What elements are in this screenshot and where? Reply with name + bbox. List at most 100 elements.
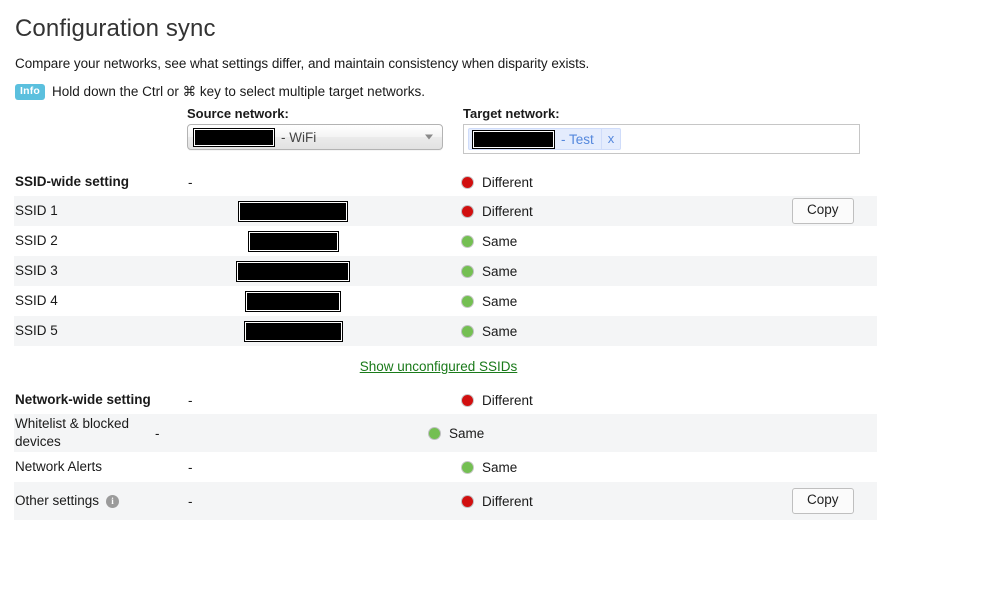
target-network-token[interactable]: - Test x [468, 128, 622, 150]
table-row: Other settings i - Different Copy [14, 482, 877, 520]
status-dot-different [462, 495, 473, 507]
table-row: Whitelist & blocked devices - Same [14, 414, 877, 452]
source-value [188, 200, 462, 222]
setting-name-label: Network-wide setting [15, 391, 151, 407]
copy-button[interactable]: Copy [792, 198, 854, 224]
status-dot-same [462, 461, 473, 473]
redacted-ssid-name [238, 200, 348, 222]
redacted-source-network-name [193, 127, 275, 147]
table-section-header: Network-wide setting - Different [14, 386, 877, 414]
page-title: Configuration sync [15, 15, 216, 42]
status-dot-same [462, 325, 473, 337]
status-label: Different [482, 392, 533, 408]
status-cell: Same [462, 324, 792, 339]
source-value: - [155, 426, 429, 441]
setting-name: SSID 3 [14, 262, 188, 280]
source-value: - [188, 460, 462, 475]
setting-name-label: Network Alerts [15, 458, 103, 474]
status-dot-different [462, 394, 473, 406]
redacted-ssid-name [236, 260, 350, 282]
remove-target-network-icon[interactable]: x [600, 129, 621, 149]
setting-name: Whitelist & blocked devices [14, 415, 155, 451]
table-row: Network Alerts - Same [14, 452, 877, 482]
source-value-text: - [155, 425, 160, 441]
setting-name-label: Other settings [15, 492, 100, 508]
info-badge: Info [15, 84, 46, 100]
status-cell: Same [429, 426, 759, 441]
status-dot-same [462, 265, 473, 277]
source-network-label: Source network: [187, 106, 289, 121]
source-value-text: - [188, 392, 193, 408]
section-title: SSID-wide setting [14, 173, 188, 191]
setting-name-label: SSID-wide setting [15, 173, 130, 189]
status-dot-different [462, 176, 473, 188]
source-network-suffix: - WiFi [281, 129, 317, 145]
setting-name: SSID 4 [14, 292, 188, 310]
source-value [188, 320, 462, 342]
status-label: Same [449, 425, 485, 441]
redacted-ssid-name [245, 290, 341, 312]
status-label: Same [482, 233, 518, 249]
source-value: - [188, 393, 462, 408]
status-cell: Same [462, 264, 792, 279]
status-cell: Same [462, 460, 792, 475]
chevron-down-icon [425, 134, 433, 140]
setting-name-label: SSID 4 [15, 292, 58, 308]
status-cell: Different [462, 175, 792, 190]
status-label: Same [482, 459, 518, 475]
status-cell: Same [462, 294, 792, 309]
status-dot-same [462, 295, 473, 307]
configuration-sync-table: SSID-wide setting - Different SSID 1 Differe… [0, 168, 999, 520]
status-cell: Different [462, 494, 792, 509]
source-value [188, 260, 462, 282]
status-label: Different [482, 174, 533, 190]
setting-name-label: SSID 3 [15, 262, 58, 278]
setting-name: Other settings i [14, 492, 188, 510]
setting-name-label: SSID 5 [15, 322, 58, 338]
source-network-block: Source network: - WiFi [187, 106, 443, 150]
setting-name-label: Whitelist & blocked devices [15, 415, 130, 449]
show-unconfigured-row: Show unconfigured SSIDs [0, 346, 877, 386]
source-value: - [188, 175, 462, 190]
show-unconfigured-ssids-link[interactable]: Show unconfigured SSIDs [360, 359, 518, 374]
status-label: Different [482, 493, 533, 509]
setting-name-label: SSID 2 [15, 232, 58, 248]
status-dot-same [429, 427, 440, 439]
status-dot-same [462, 235, 473, 247]
status-label: Same [482, 263, 518, 279]
table-section-header: SSID-wide setting - Different [14, 168, 877, 196]
setting-name: SSID 1 [14, 202, 188, 220]
table-row: SSID 1 Different Copy [14, 196, 877, 226]
redacted-target-network-name [472, 129, 555, 149]
info-notice-text: Hold down the Ctrl or ⌘ key to select mu… [52, 84, 425, 99]
redacted-ssid-name [243, 320, 343, 342]
redacted-ssid-name [247, 230, 339, 252]
network-selectors: Source network: - WiFi Target network: -… [0, 106, 999, 162]
target-network-block: Target network: - Test x [463, 106, 860, 154]
target-network-suffix: - Test [561, 131, 594, 147]
source-value-text: - [188, 493, 193, 509]
copy-button[interactable]: Copy [792, 488, 854, 514]
status-dot-different [462, 205, 473, 217]
source-value: - [188, 494, 462, 509]
status-label: Different [482, 203, 533, 219]
status-cell: Different [462, 204, 792, 219]
page-subtitle: Compare your networks, see what settings… [15, 56, 590, 71]
table-row: SSID 5 Same [14, 316, 877, 346]
setting-name: SSID 5 [14, 322, 188, 340]
source-value [188, 290, 462, 312]
target-network-input[interactable]: - Test x [463, 124, 860, 154]
table-row: SSID 4 Same [14, 286, 877, 316]
action-cell: Copy [792, 488, 877, 514]
source-value-text: - [188, 174, 193, 190]
table-row: SSID 2 Same [14, 226, 877, 256]
setting-name-label: SSID 1 [15, 202, 58, 218]
info-circle-icon[interactable]: i [106, 494, 120, 508]
setting-name: SSID 2 [14, 232, 188, 250]
action-cell: Copy [792, 198, 877, 224]
status-cell: Same [462, 234, 792, 249]
source-value-text: - [188, 459, 193, 475]
status-cell: Different [462, 393, 792, 408]
source-network-select[interactable]: - WiFi [187, 124, 443, 150]
setting-name: Network Alerts [14, 458, 188, 476]
